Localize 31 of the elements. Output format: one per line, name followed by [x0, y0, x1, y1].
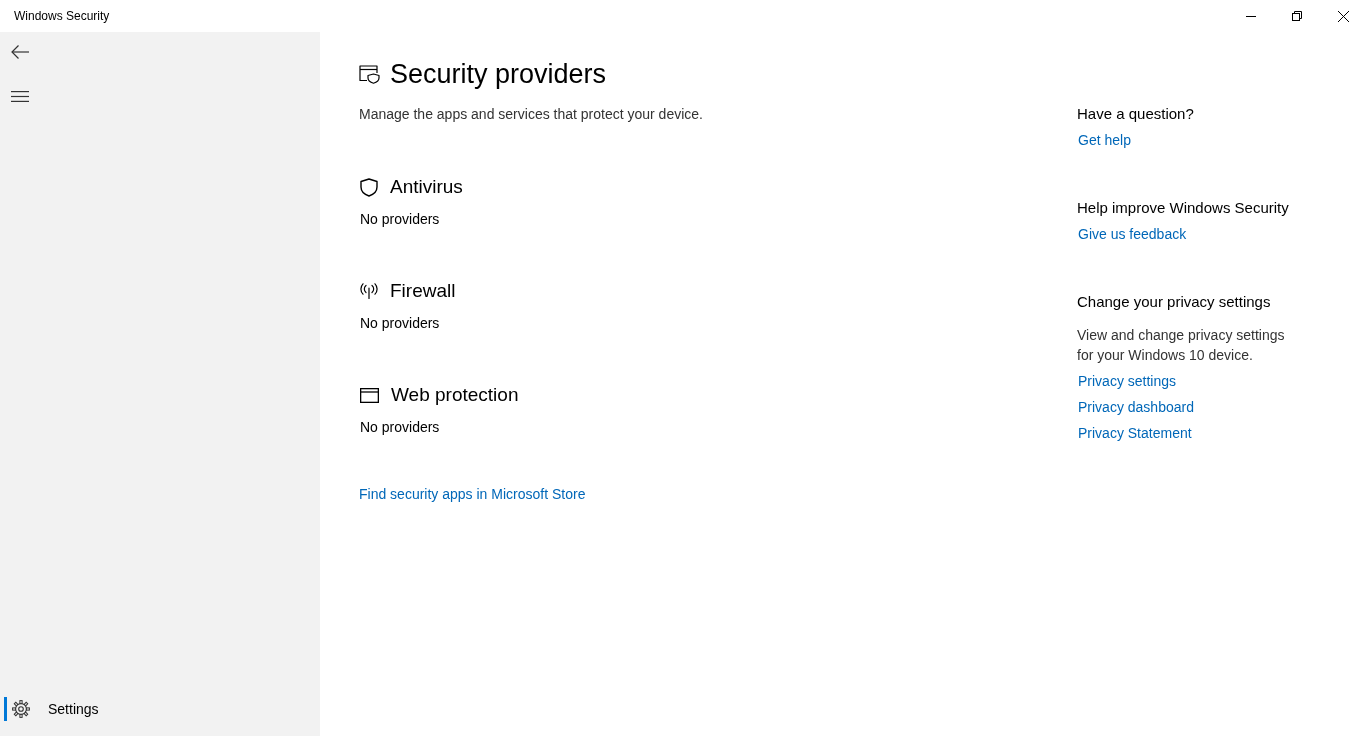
- help-link[interactable]: Give us feedback: [1078, 224, 1187, 244]
- section-heading: Antivirus: [390, 174, 463, 199]
- section-heading: Web protection: [391, 382, 519, 407]
- section-status: No providers: [360, 314, 440, 333]
- close-icon: [1337, 10, 1349, 22]
- browser-window-icon: [360, 387, 379, 403]
- store-link[interactable]: Find security apps in Microsoft Store: [359, 484, 586, 505]
- help-link[interactable]: Privacy dashboard: [1078, 397, 1194, 417]
- antenna-icon: [360, 283, 378, 299]
- settings-icon: [12, 700, 30, 718]
- help-heading: Help improve Windows Security: [1077, 198, 1289, 218]
- selection-indicator: [4, 697, 7, 721]
- window-shield-icon: [359, 64, 380, 84]
- restore-icon: [1292, 11, 1302, 21]
- help-link[interactable]: Privacy settings: [1078, 371, 1177, 391]
- help-link[interactable]: Privacy Statement: [1078, 423, 1192, 443]
- menu-icon: [11, 90, 29, 102]
- shield-icon: [360, 177, 378, 197]
- help-link[interactable]: Get help: [1078, 130, 1131, 150]
- section-heading: Firewall: [390, 278, 456, 303]
- back-arrow-icon: [11, 45, 29, 59]
- page-title: Security providers: [390, 58, 607, 91]
- help-text: View and change privacy settings for your Windows 10 device.: [1077, 326, 1286, 365]
- section-status: No providers: [360, 210, 440, 229]
- help-heading: Change your privacy settings: [1077, 292, 1271, 312]
- window-title: Windows Security: [14, 8, 110, 25]
- section-status: No providers: [360, 418, 440, 437]
- minimize-icon: [1246, 15, 1256, 17]
- settings-nav-item[interactable]: Settings: [0, 689, 320, 729]
- help-heading: Have a question?: [1077, 104, 1194, 124]
- page-description: Manage the apps and services that protect your device.: [359, 105, 703, 124]
